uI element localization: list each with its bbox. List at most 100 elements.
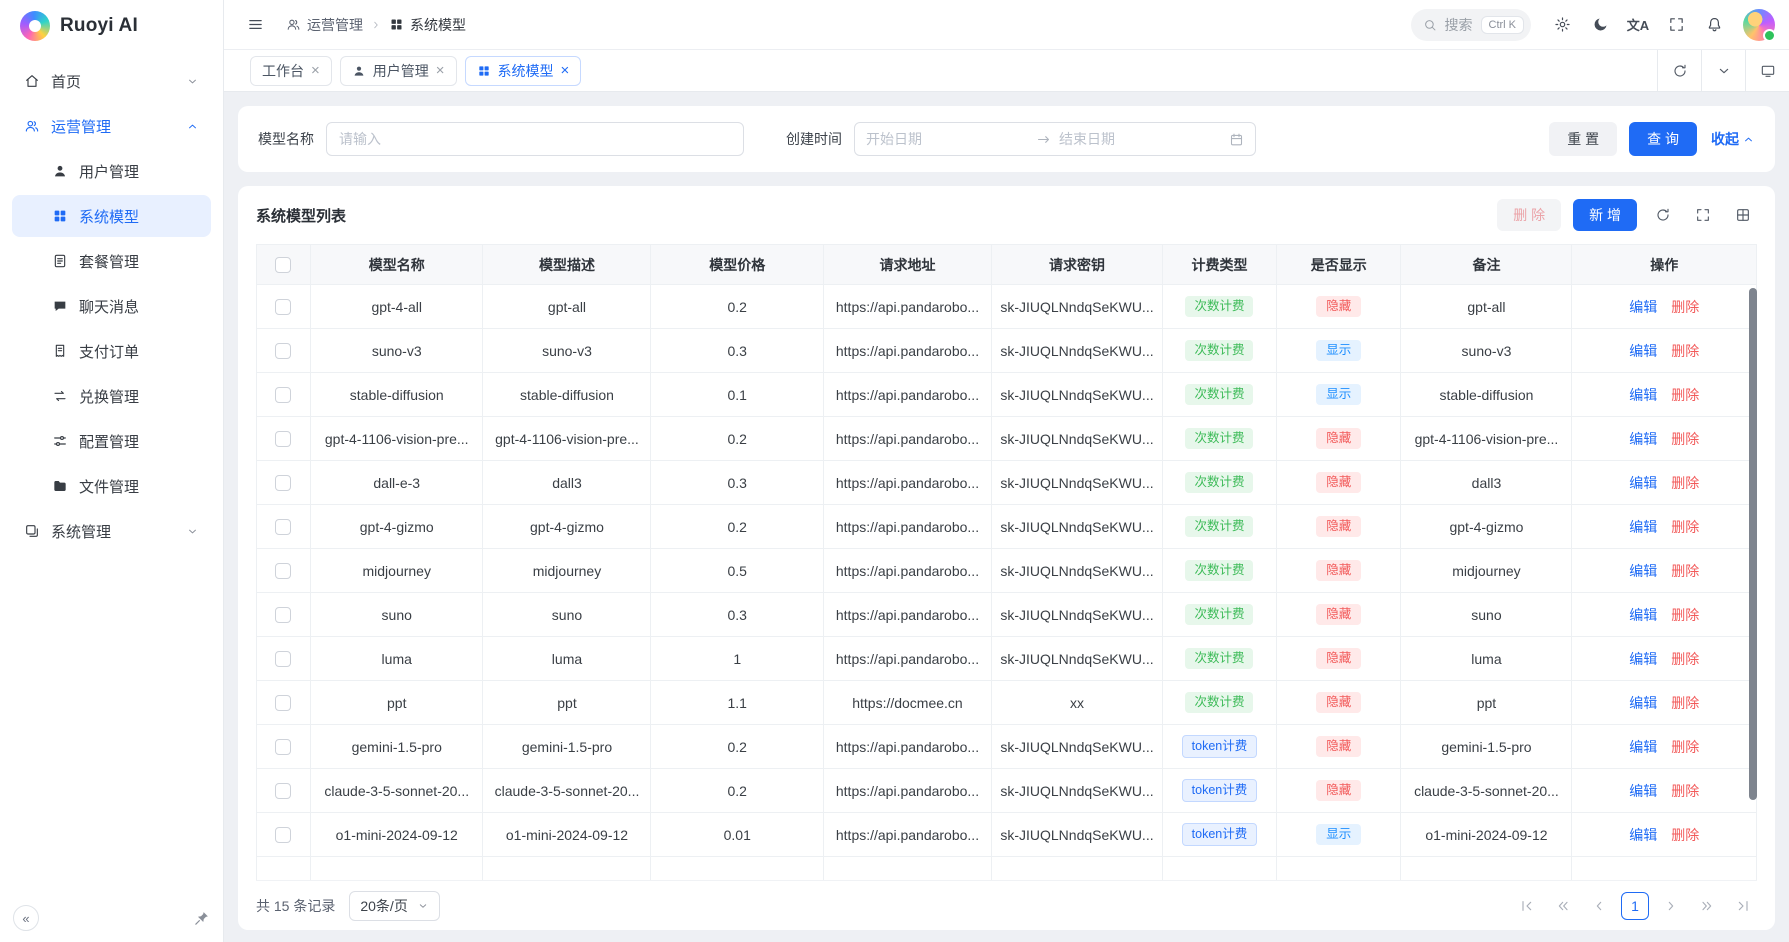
pin-sidebar-button[interactable] bbox=[193, 910, 210, 927]
billing-type-badge: token计费 bbox=[1182, 735, 1258, 759]
edit-link[interactable]: 编辑 bbox=[1629, 827, 1657, 843]
prev-pages-button[interactable] bbox=[1549, 892, 1577, 920]
global-search-input[interactable]: 搜索 Ctrl K bbox=[1411, 9, 1532, 41]
tab-workbench[interactable]: 工作台× bbox=[250, 56, 332, 86]
menu-toggle-button[interactable] bbox=[238, 8, 272, 42]
sidebar-item-chat-messages[interactable]: 聊天消息 bbox=[12, 285, 211, 327]
delete-link[interactable]: 删除 bbox=[1671, 827, 1699, 843]
settings-button[interactable] bbox=[1545, 8, 1579, 42]
sidebar-item-config-management[interactable]: 配置管理 bbox=[12, 420, 211, 462]
edit-link[interactable]: 编辑 bbox=[1629, 431, 1657, 447]
collapse-filter-link[interactable]: 收起 bbox=[1711, 129, 1755, 149]
edit-link[interactable]: 编辑 bbox=[1629, 607, 1657, 623]
query-button[interactable]: 查 询 bbox=[1629, 122, 1697, 156]
page-size-select[interactable]: 20条/页 bbox=[349, 891, 439, 921]
sidebar-footer: « bbox=[0, 894, 223, 942]
row-checkbox[interactable] bbox=[275, 475, 291, 491]
fullscreen-icon bbox=[1695, 207, 1711, 223]
batch-delete-button[interactable]: 删 除 bbox=[1497, 199, 1561, 231]
edit-link[interactable]: 编辑 bbox=[1629, 519, 1657, 535]
edit-link[interactable]: 编辑 bbox=[1629, 387, 1657, 403]
delete-link[interactable]: 删除 bbox=[1671, 387, 1699, 403]
table-fullscreen-button[interactable] bbox=[1689, 201, 1717, 229]
edit-link[interactable]: 编辑 bbox=[1629, 783, 1657, 799]
tab-user-management[interactable]: 用户管理× bbox=[340, 56, 457, 86]
user-avatar[interactable] bbox=[1743, 9, 1775, 41]
content-fullscreen-button[interactable] bbox=[1745, 50, 1789, 91]
row-checkbox[interactable] bbox=[275, 563, 291, 579]
calendar-icon bbox=[1229, 132, 1244, 147]
edit-link[interactable]: 编辑 bbox=[1629, 739, 1657, 755]
prev-page-button[interactable] bbox=[1585, 892, 1613, 920]
table-columns-button[interactable] bbox=[1729, 201, 1757, 229]
sidebar-item-exchange-management[interactable]: 兑换管理 bbox=[12, 375, 211, 417]
edit-link[interactable]: 编辑 bbox=[1629, 475, 1657, 491]
close-icon[interactable]: × bbox=[561, 63, 570, 78]
tab-system-models[interactable]: 系统模型× bbox=[465, 56, 582, 86]
row-checkbox[interactable] bbox=[275, 343, 291, 359]
edit-link[interactable]: 编辑 bbox=[1629, 563, 1657, 579]
page-content: 模型名称 创建时间 开始日期 结束日期 重 置 查 询 收起 bbox=[224, 92, 1789, 942]
edit-link[interactable]: 编辑 bbox=[1629, 299, 1657, 315]
breadcrumb-item-operations[interactable]: 运营管理 bbox=[286, 15, 363, 35]
fullscreen-button[interactable] bbox=[1659, 8, 1693, 42]
delete-link[interactable]: 删除 bbox=[1671, 607, 1699, 623]
row-checkbox[interactable] bbox=[275, 695, 291, 711]
select-all-checkbox[interactable] bbox=[275, 257, 291, 273]
row-checkbox[interactable] bbox=[275, 783, 291, 799]
sidebar-item-operations[interactable]: 运营管理 bbox=[12, 105, 211, 147]
current-page-button[interactable]: 1 bbox=[1621, 892, 1649, 920]
delete-link[interactable]: 删除 bbox=[1671, 651, 1699, 667]
row-checkbox[interactable] bbox=[275, 827, 291, 843]
row-checkbox[interactable] bbox=[275, 519, 291, 535]
row-checkbox[interactable] bbox=[275, 299, 291, 315]
date-range-picker[interactable]: 开始日期 结束日期 bbox=[854, 122, 1256, 156]
edit-link[interactable]: 编辑 bbox=[1629, 651, 1657, 667]
sidebar-item-package-management[interactable]: 套餐管理 bbox=[12, 240, 211, 282]
table-scrollbar-thumb[interactable] bbox=[1749, 288, 1757, 800]
refresh-tab-button[interactable] bbox=[1657, 50, 1701, 91]
next-page-button[interactable] bbox=[1657, 892, 1685, 920]
language-button[interactable]: 文A bbox=[1621, 8, 1655, 42]
row-checkbox[interactable] bbox=[275, 387, 291, 403]
delete-link[interactable]: 删除 bbox=[1671, 299, 1699, 315]
close-icon[interactable]: × bbox=[436, 63, 445, 78]
delete-link[interactable]: 删除 bbox=[1671, 563, 1699, 579]
close-icon[interactable]: × bbox=[311, 63, 320, 78]
delete-link[interactable]: 删除 bbox=[1671, 431, 1699, 447]
first-page-button[interactable] bbox=[1513, 892, 1541, 920]
delete-link[interactable]: 删除 bbox=[1671, 739, 1699, 755]
add-button[interactable]: 新 增 bbox=[1573, 199, 1637, 231]
reset-button[interactable]: 重 置 bbox=[1549, 122, 1617, 156]
delete-link[interactable]: 删除 bbox=[1671, 783, 1699, 799]
tab-options-button[interactable] bbox=[1701, 50, 1745, 91]
checkbox-cell bbox=[257, 505, 311, 549]
delete-link[interactable]: 删除 bbox=[1671, 519, 1699, 535]
delete-link[interactable]: 删除 bbox=[1671, 343, 1699, 359]
delete-link[interactable]: 删除 bbox=[1671, 475, 1699, 491]
logo[interactable]: Ruoyi AI bbox=[0, 0, 223, 52]
delete-link[interactable]: 删除 bbox=[1671, 695, 1699, 711]
model-name-input[interactable] bbox=[326, 122, 744, 156]
row-checkbox[interactable] bbox=[275, 739, 291, 755]
edit-link[interactable]: 编辑 bbox=[1629, 695, 1657, 711]
dark-mode-button[interactable] bbox=[1583, 8, 1617, 42]
sidebar-item-home[interactable]: 首页 bbox=[12, 60, 211, 102]
sidebar-item-system-models[interactable]: 系统模型 bbox=[12, 195, 211, 237]
sidebar-collapse-button[interactable]: « bbox=[13, 905, 39, 931]
row-checkbox[interactable] bbox=[275, 651, 291, 667]
notifications-button[interactable] bbox=[1697, 8, 1731, 42]
table-refresh-button[interactable] bbox=[1649, 201, 1677, 229]
sidebar-item-file-management[interactable]: 文件管理 bbox=[12, 465, 211, 507]
row-checkbox[interactable] bbox=[275, 607, 291, 623]
breadcrumb-item-system-models[interactable]: 系统模型 bbox=[389, 15, 466, 35]
next-pages-button[interactable] bbox=[1693, 892, 1721, 920]
sidebar-item-system-management[interactable]: 系统管理 bbox=[12, 510, 211, 552]
sidebar-item-user-management[interactable]: 用户管理 bbox=[12, 150, 211, 192]
sidebar-item-payment-orders[interactable]: 支付订单 bbox=[12, 330, 211, 372]
last-page-button[interactable] bbox=[1729, 892, 1757, 920]
visibility-badge: 隐藏 bbox=[1316, 560, 1361, 582]
row-checkbox[interactable] bbox=[275, 431, 291, 447]
edit-link[interactable]: 编辑 bbox=[1629, 343, 1657, 359]
chevrons-left-icon bbox=[1555, 898, 1571, 914]
